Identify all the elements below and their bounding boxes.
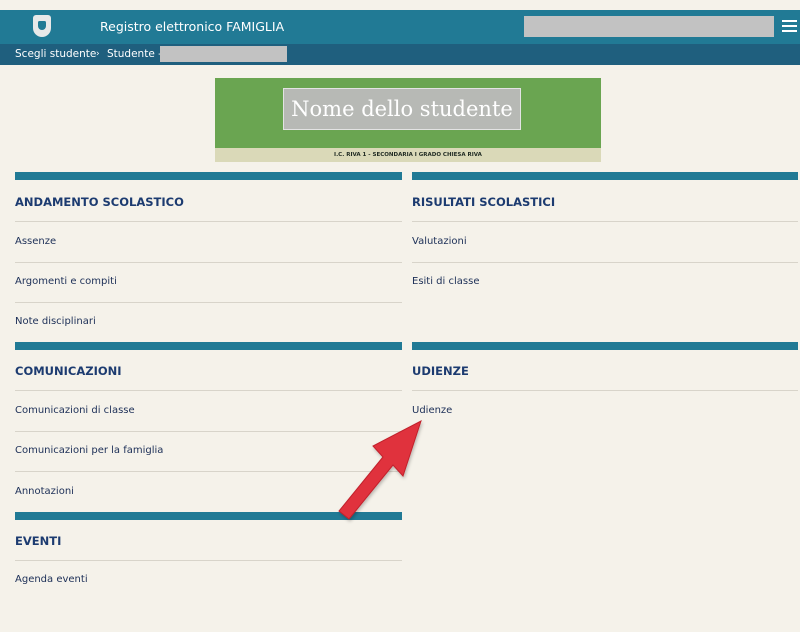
red-arrow-icon bbox=[338, 419, 422, 520]
divider bbox=[15, 390, 402, 391]
student-name: Nome dello studente bbox=[283, 88, 521, 130]
section-title-risultati: RISULTATI SCOLASTICI bbox=[412, 195, 556, 209]
section-bar-andamento bbox=[15, 172, 402, 180]
section-title-eventi: EVENTI bbox=[15, 534, 62, 548]
divider bbox=[412, 221, 798, 222]
link-annotazioni[interactable]: Annotazioni bbox=[15, 486, 74, 497]
divider bbox=[15, 560, 402, 561]
section-title-udienze: UDIENZE bbox=[412, 364, 469, 378]
link-udienze[interactable]: Udienze bbox=[412, 405, 452, 416]
section-title-comunicazioni: COMUNICAZIONI bbox=[15, 364, 122, 378]
divider bbox=[15, 221, 402, 222]
coat-of-arms-icon bbox=[33, 15, 51, 37]
section-bar-comunicazioni bbox=[15, 342, 402, 350]
divider bbox=[15, 302, 402, 303]
hamburger-menu-icon[interactable] bbox=[782, 19, 797, 33]
user-name-redacted bbox=[524, 16, 774, 37]
student-name-redacted bbox=[160, 46, 287, 62]
section-title-andamento: ANDAMENTO SCOLASTICO bbox=[15, 195, 184, 209]
link-comunicazioni-classe[interactable]: Comunicazioni di classe bbox=[15, 405, 135, 416]
link-argomenti-compiti[interactable]: Argomenti e compiti bbox=[15, 276, 117, 287]
divider bbox=[412, 262, 798, 263]
section-bar-udienze bbox=[412, 342, 798, 350]
link-comunicazioni-famiglia[interactable]: Comunicazioni per la famiglia bbox=[15, 445, 163, 456]
link-valutazioni[interactable]: Valutazioni bbox=[412, 236, 467, 247]
breadcrumb: Scegli studente › Studente - bbox=[0, 44, 800, 65]
breadcrumb-choose-student[interactable]: Scegli studente bbox=[15, 48, 96, 60]
link-assenze[interactable]: Assenze bbox=[15, 236, 56, 247]
student-banner: Nome dello studente I.C. RIVA 1 - SECOND… bbox=[215, 78, 601, 162]
school-name: I.C. RIVA 1 - SECONDARIA I GRADO CHIESA … bbox=[215, 148, 601, 162]
breadcrumb-student-label: Studente - bbox=[107, 48, 162, 60]
divider bbox=[15, 262, 402, 263]
top-header-bar: Registro elettronico FAMIGLIA bbox=[0, 10, 800, 44]
link-esiti-classe[interactable]: Esiti di classe bbox=[412, 276, 479, 287]
chevron-right-icon: › bbox=[96, 49, 100, 59]
app-title: Registro elettronico FAMIGLIA bbox=[100, 19, 285, 34]
link-agenda-eventi[interactable]: Agenda eventi bbox=[15, 574, 88, 585]
section-bar-risultati bbox=[412, 172, 798, 180]
divider bbox=[412, 390, 798, 391]
link-note-disciplinari[interactable]: Note disciplinari bbox=[15, 316, 96, 327]
